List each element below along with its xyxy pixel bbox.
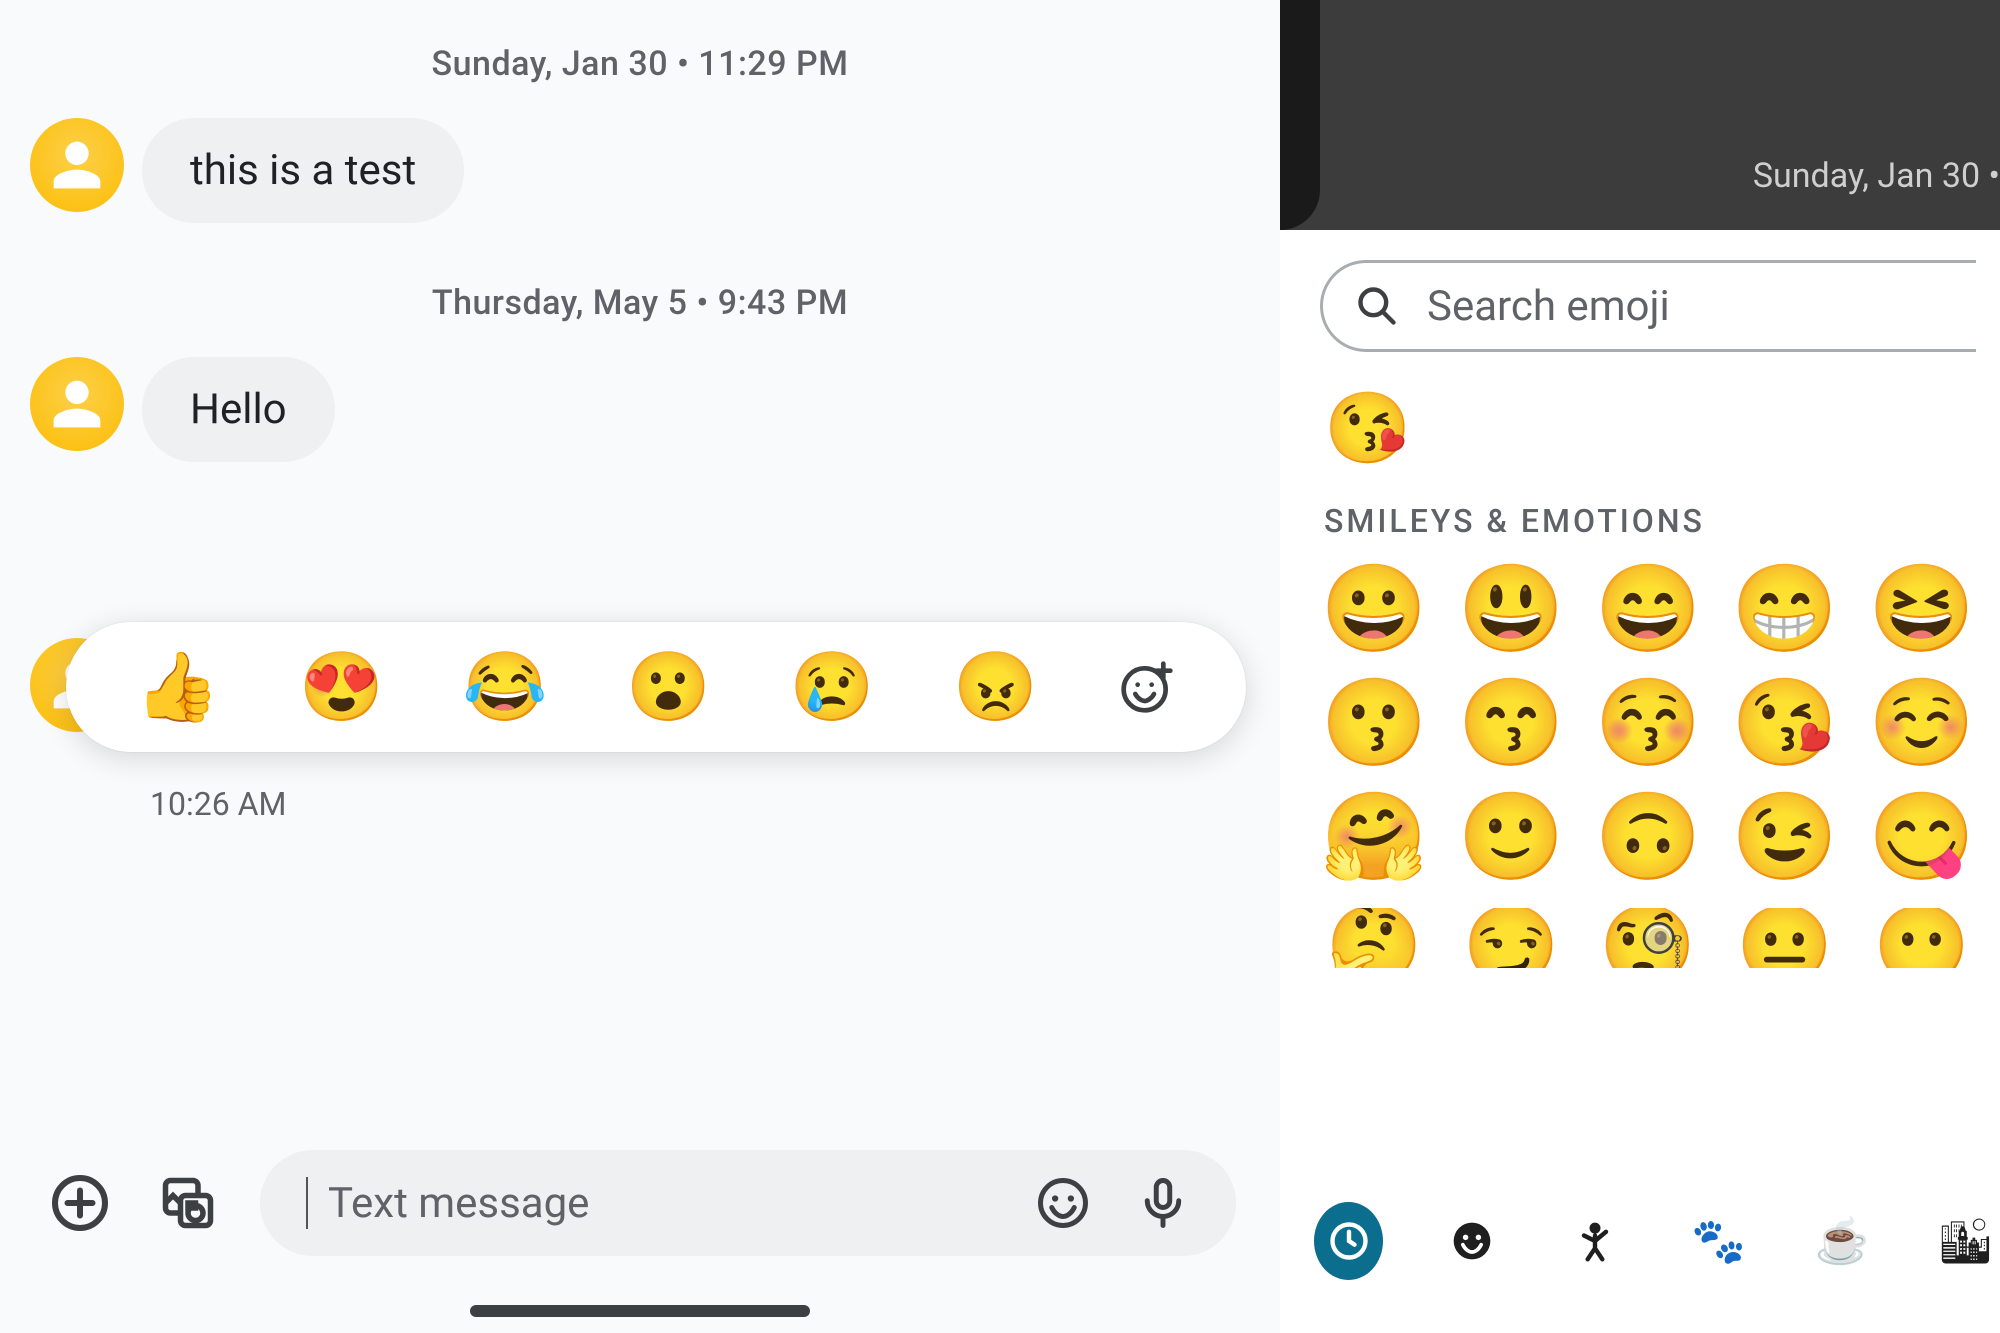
category-recent[interactable] bbox=[1314, 1202, 1383, 1280]
reaction-sad[interactable]: 😢 bbox=[789, 653, 874, 721]
message-bubble[interactable]: Hello bbox=[142, 357, 335, 462]
chat-timestamp-2: Thursday, May 5 • 9:43 PM bbox=[0, 283, 1280, 323]
emoji-cell[interactable]: 😙 bbox=[1457, 680, 1566, 766]
recent-emoji[interactable]: 😘 bbox=[1324, 388, 1976, 470]
reaction-thumbs-up[interactable]: 👍 bbox=[135, 653, 220, 721]
emoji-cell[interactable]: 🙃 bbox=[1594, 794, 1703, 880]
clock-icon bbox=[1327, 1219, 1371, 1263]
emoji-section-title: SMILEYS & EMOTIONS bbox=[1324, 502, 1976, 540]
reaction-surprised[interactable]: 😮 bbox=[626, 653, 711, 721]
reaction-bar: 👍 😍 😂 😮 😢 😠 bbox=[66, 622, 1246, 752]
message-row: this is a test bbox=[0, 118, 1280, 223]
message-row: Hello bbox=[0, 357, 1280, 462]
emoji-cell[interactable]: 🧐 bbox=[1594, 908, 1703, 968]
emoji-cell[interactable]: 😘 bbox=[1730, 680, 1839, 766]
search-icon bbox=[1355, 284, 1399, 328]
emoji-cell[interactable]: 😉 bbox=[1730, 794, 1839, 880]
chat-timestamp-1: Sunday, Jan 30 • 11:29 PM bbox=[0, 44, 1280, 84]
emoji-cell[interactable]: 🙂 bbox=[1457, 794, 1566, 880]
emoji-cell[interactable]: 😐 bbox=[1730, 908, 1839, 968]
backdrop-timestamp: Sunday, Jan 30 • bbox=[1753, 156, 2000, 196]
message-text: this is a test bbox=[190, 146, 416, 195]
emoji-cell[interactable]: 😀 bbox=[1320, 566, 1429, 652]
emoji-grid: 😀 😃 😄 😁 😆 😗 😙 😚 😘 ☺️ 🤗 🙂 🙃 😉 😋 🤔 😏 🧐 😐 bbox=[1320, 566, 1976, 968]
emoji-cell[interactable]: 😚 bbox=[1594, 680, 1703, 766]
nav-handle[interactable] bbox=[470, 1305, 810, 1317]
emoji-cell[interactable]: 😶 bbox=[1867, 908, 1976, 968]
emoji-cell[interactable]: 😆 bbox=[1867, 566, 1976, 652]
emoji-cell[interactable]: 😋 bbox=[1867, 794, 1976, 880]
chat-panel: Sunday, Jan 30 • 11:29 PM this is a test… bbox=[0, 0, 1280, 1333]
emoji-cell[interactable]: 🤗 bbox=[1320, 794, 1429, 880]
add-attachment-button[interactable] bbox=[44, 1167, 116, 1239]
category-places[interactable]: 🏙 bbox=[1931, 1202, 2000, 1280]
message-placeholder: Text message bbox=[328, 1179, 1016, 1228]
message-input[interactable]: Text message bbox=[260, 1150, 1236, 1256]
text-caret bbox=[306, 1177, 308, 1229]
recent-emoji-item[interactable]: 😘 bbox=[1324, 388, 1411, 470]
emoji-cell[interactable]: 😄 bbox=[1594, 566, 1703, 652]
food-icon: ☕ bbox=[1815, 1215, 1870, 1267]
person-icon bbox=[1573, 1219, 1617, 1263]
category-smileys[interactable] bbox=[1437, 1202, 1506, 1280]
emoji-cell[interactable]: 😁 bbox=[1730, 566, 1839, 652]
picker-notch bbox=[1280, 0, 1320, 230]
emoji-cell[interactable]: 😏 bbox=[1457, 908, 1566, 968]
emoji-search-input[interactable]: Search emoji bbox=[1320, 260, 1976, 352]
avatar-icon bbox=[30, 357, 124, 451]
picker-body: Search emoji 😘 SMILEYS & EMOTIONS 😀 😃 😄 … bbox=[1280, 230, 2000, 1333]
reaction-joy[interactable]: 😂 bbox=[462, 653, 547, 721]
emoji-button[interactable] bbox=[1036, 1176, 1090, 1230]
places-icon: 🏙 bbox=[1937, 1215, 1993, 1267]
emoji-cell[interactable]: 😃 bbox=[1457, 566, 1566, 652]
compose-bar: Text message bbox=[0, 1143, 1280, 1263]
reaction-angry[interactable]: 😠 bbox=[953, 653, 1038, 721]
message-bubble[interactable]: this is a test bbox=[142, 118, 464, 223]
category-people[interactable] bbox=[1561, 1202, 1630, 1280]
picker-backdrop: Sunday, Jan 30 • bbox=[1280, 0, 2000, 230]
reaction-heart-eyes[interactable]: 😍 bbox=[299, 653, 384, 721]
emoji-picker-panel: Sunday, Jan 30 • Search emoji 😘 SMILEYS … bbox=[1280, 0, 2000, 1333]
gallery-button[interactable] bbox=[152, 1167, 224, 1239]
category-nature[interactable]: 🐾 bbox=[1684, 1202, 1753, 1280]
category-food[interactable]: ☕ bbox=[1807, 1202, 1876, 1280]
nature-icon: 🐾 bbox=[1691, 1215, 1746, 1267]
add-reaction-button[interactable] bbox=[1117, 657, 1177, 717]
emoji-category-bar: 🐾 ☕ 🏙 bbox=[1304, 1193, 2000, 1289]
emoji-cell[interactable]: ☺️ bbox=[1867, 680, 1976, 766]
emoji-cell[interactable]: 🤔 bbox=[1320, 908, 1429, 968]
emoji-search-placeholder: Search emoji bbox=[1427, 282, 1670, 331]
message-text: Hello bbox=[190, 385, 287, 434]
emoji-cell[interactable]: 😗 bbox=[1320, 680, 1429, 766]
avatar-icon bbox=[30, 118, 124, 212]
voice-input-button[interactable] bbox=[1136, 1176, 1190, 1230]
message-subtime: 10:26 AM bbox=[150, 785, 1280, 823]
smiley-icon bbox=[1450, 1219, 1494, 1263]
